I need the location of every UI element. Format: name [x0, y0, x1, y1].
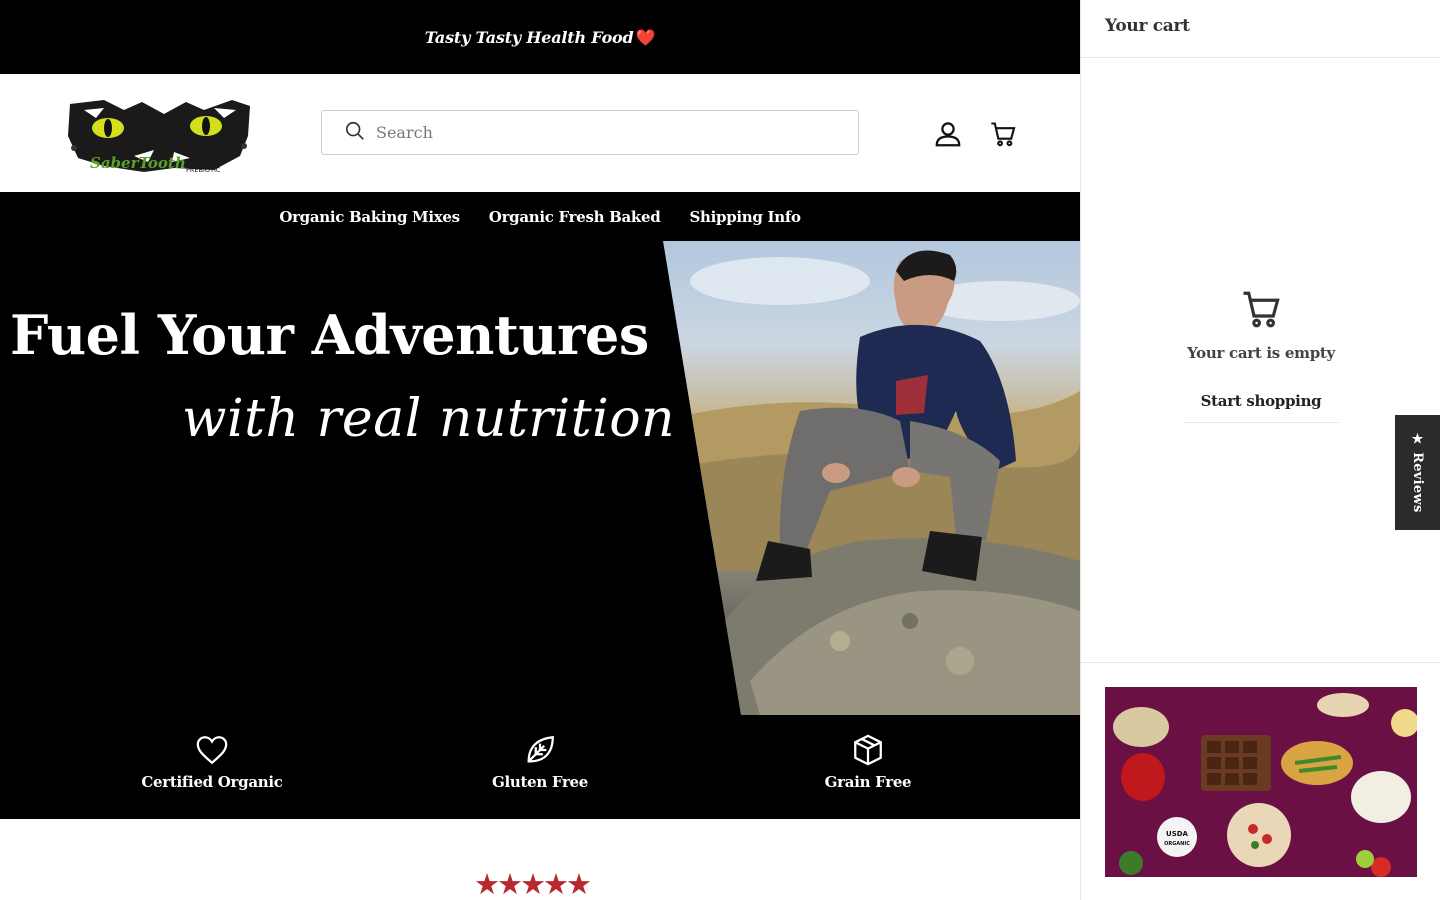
- account-button[interactable]: [932, 120, 964, 152]
- usda-badge-line1: USDA: [1166, 830, 1189, 838]
- nav-item-organic-baking-mixes[interactable]: Organic Baking Mixes: [279, 208, 460, 226]
- reviews-tab[interactable]: ★ Reviews: [1395, 415, 1440, 530]
- cart-drawer: Your cart Your cart is empty Start shopp…: [1080, 0, 1440, 900]
- rating-section: ★★★★★: [0, 819, 1080, 900]
- feature-grain-free: Grain Free: [768, 733, 968, 791]
- feature-strip: Certified Organic Gluten Free Grain Free: [0, 715, 1080, 819]
- feature-certified-organic: Certified Organic: [112, 733, 312, 791]
- cart-button[interactable]: [987, 120, 1019, 152]
- nav-item-organic-fresh-baked[interactable]: Organic Fresh Baked: [489, 208, 661, 226]
- nav-item-shipping-info[interactable]: Shipping Info: [689, 208, 801, 226]
- announcement-text: Tasty Tasty Health Food: [424, 27, 634, 47]
- feature-gluten-free: Gluten Free: [440, 733, 640, 791]
- cart-title: Your cart: [1081, 0, 1440, 58]
- heart-emoji: ❤️: [635, 27, 656, 47]
- cart-icon: [989, 120, 1017, 152]
- store-logo[interactable]: SaberTooth PREBIOTIC: [64, 96, 254, 176]
- feature-label: Certified Organic: [141, 773, 283, 791]
- reviews-tab-label: ★ Reviews: [1410, 432, 1425, 513]
- hero-photo: [663, 241, 1080, 715]
- store-page: Tasty Tasty Health Food ❤️ SaberTooth PR…: [0, 0, 1080, 900]
- leaf-icon: [440, 733, 640, 767]
- main-nav: Organic Baking Mixes Organic Fresh Baked…: [0, 192, 1080, 241]
- account-icon: [933, 119, 963, 153]
- site-header: SaberTooth PREBIOTIC: [0, 74, 1080, 192]
- empty-cart-state: Your cart is empty Start shopping: [1081, 288, 1440, 423]
- feature-label: Grain Free: [824, 773, 912, 791]
- usda-badge-line2: ORGANIC: [1164, 841, 1190, 847]
- promo-image[interactable]: USDA ORGANIC: [1105, 687, 1417, 877]
- feature-label: Gluten Free: [491, 773, 589, 791]
- hero-banner[interactable]: Fuel Your Adventures with real nutrition: [0, 241, 1080, 715]
- search-input[interactable]: [376, 123, 816, 142]
- cart-icon: [1240, 291, 1282, 334]
- heart-icon: [112, 733, 312, 767]
- empty-cart-message: Your cart is empty: [1187, 344, 1335, 362]
- announcement-bar: Tasty Tasty Health Food ❤️: [0, 0, 1080, 74]
- logo-wordmark: SaberTooth: [90, 154, 186, 172]
- search-icon: [344, 120, 376, 146]
- logo-subtext: PREBIOTIC: [186, 166, 221, 174]
- search-bar[interactable]: [321, 110, 859, 155]
- rating-stars: ★★★★★: [474, 867, 592, 900]
- cart-footer: USDA ORGANIC: [1081, 662, 1440, 900]
- hero-subtitle: with real nutrition: [182, 389, 676, 449]
- hero-title: Fuel Your Adventures: [10, 303, 649, 367]
- start-shopping-button[interactable]: Start shopping: [1182, 386, 1340, 423]
- box-icon: [768, 733, 968, 767]
